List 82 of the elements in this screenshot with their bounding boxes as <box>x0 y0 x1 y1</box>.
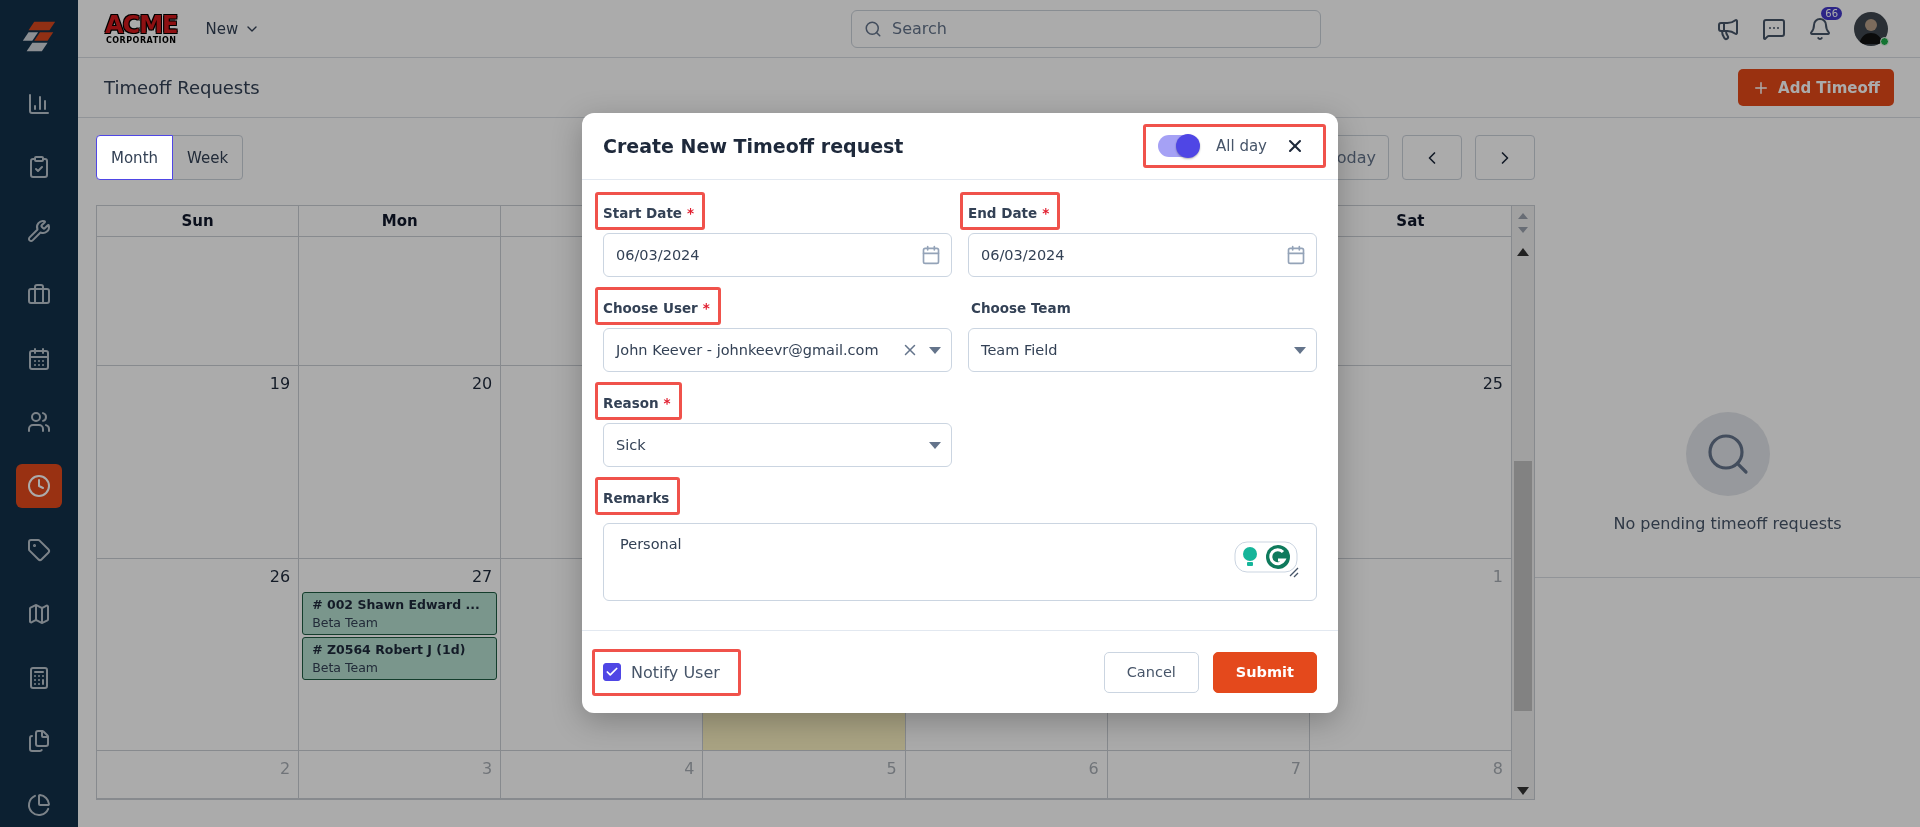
bell-icon[interactable] <box>1808 16 1832 41</box>
date-field[interactable]: 06/03/2024 <box>603 233 952 277</box>
files-icon <box>27 729 51 754</box>
bar-chart-icon <box>27 91 51 116</box>
notify-checkbox[interactable] <box>603 663 621 681</box>
day-cell[interactable]: 20 <box>299 366 502 559</box>
calculator-icon <box>27 665 51 690</box>
day-number: 3 <box>481 758 494 780</box>
date-field[interactable]: 06/03/2024 <box>968 233 1317 277</box>
all-day-label: All day <box>1216 137 1267 155</box>
view-tab[interactable]: Month <box>96 135 173 180</box>
search-icon <box>864 19 882 38</box>
day-cell[interactable]: 19 <box>97 366 300 559</box>
day-number: 8 <box>1491 758 1504 780</box>
day-number: 20 <box>470 373 494 395</box>
field-label: Choose User * <box>595 287 721 325</box>
day-number: 2 <box>278 758 292 780</box>
day-number: 1 <box>1491 566 1504 588</box>
company-logo: ACME CORPORATION <box>105 12 178 45</box>
field-label: Start Date * <box>595 192 706 230</box>
scroll-down-icon[interactable] <box>1517 787 1529 795</box>
users-icon <box>27 410 51 435</box>
calendar-icon[interactable] <box>921 245 941 265</box>
tag-icon <box>27 538 51 562</box>
notification-badge: 66 <box>1821 6 1842 20</box>
dropdown-caret-icon <box>929 346 941 354</box>
tools-icon <box>27 219 51 244</box>
check-icon <box>605 665 619 679</box>
add-timeoff-button[interactable]: Add Timeoff <box>1738 69 1894 106</box>
field-label: Reason * <box>595 382 682 420</box>
remarks-field[interactable]: Personal <box>603 523 1317 601</box>
map-icon <box>27 601 51 626</box>
notify-user-option[interactable]: Notify User <box>592 648 741 696</box>
select-field[interactable]: Sick <box>603 423 952 467</box>
pie-chart-icon <box>27 793 51 818</box>
dropdown-caret-icon <box>929 441 941 449</box>
field-label: Choose Team <box>970 299 1072 318</box>
day-number: 27 <box>470 566 494 588</box>
day-number: 4 <box>683 758 696 780</box>
briefcase-icon <box>27 282 51 307</box>
online-status-dot <box>1880 36 1889 46</box>
select-field[interactable]: Team Field <box>968 328 1317 372</box>
day-number: 5 <box>885 758 898 780</box>
select-field[interactable]: John Keever - johnkeevr@gmail.com <box>603 328 952 372</box>
avatar[interactable] <box>1854 11 1888 46</box>
clock-icon <box>27 474 51 499</box>
dialog-title: Create New Timeoff request <box>603 135 904 157</box>
weekday-heading: Sun <box>181 212 214 230</box>
day-cell[interactable] <box>97 237 300 366</box>
new-menu-button[interactable]: New <box>201 15 265 42</box>
day-number: 19 <box>268 373 292 395</box>
chat-icon[interactable] <box>1762 16 1786 41</box>
megaphone-icon[interactable] <box>1716 16 1740 41</box>
calendar-icon <box>27 346 51 371</box>
field-label: End Date * <box>960 192 1061 230</box>
day-number: 26 <box>268 566 292 588</box>
weekday-heading: Mon <box>381 212 418 230</box>
empty-state-text: No pending timeoff requests <box>1613 514 1842 533</box>
search-field[interactable]: Search <box>851 9 1321 48</box>
scroll-up-icon[interactable] <box>1517 248 1529 256</box>
cancel-button[interactable]: Cancel <box>1103 651 1199 693</box>
field-label: Remarks <box>595 477 681 515</box>
all-day-toggle[interactable] <box>1158 135 1199 157</box>
day-number: 6 <box>1087 758 1100 780</box>
day-number: 25 <box>1481 373 1504 395</box>
sidebar-item[interactable] <box>16 464 62 509</box>
day-number: 7 <box>1289 758 1302 780</box>
page-title: Timeoff Requests <box>104 77 260 98</box>
sort-arrows-icon <box>1517 212 1529 234</box>
submit-button[interactable]: Submit <box>1212 651 1317 693</box>
timeoff-event[interactable]: # 002 Shawn Edward ... Beta Team <box>302 592 498 635</box>
view-tab[interactable]: Week <box>172 135 244 180</box>
weekday-heading: Sat <box>1396 212 1425 230</box>
calendar-icon[interactable] <box>1286 245 1306 265</box>
day-cell[interactable] <box>299 237 502 366</box>
search-input[interactable]: Search <box>890 18 1308 39</box>
timeoff-event[interactable]: # Z0564 Robert J (1d) Beta Team <box>302 637 498 680</box>
clipboard-icon <box>27 155 51 180</box>
dropdown-caret-icon <box>1294 346 1306 354</box>
scrollbar[interactable] <box>1512 206 1534 799</box>
day-cell[interactable]: 26 <box>97 559 300 751</box>
day-cell[interactable]: 27 # 002 Shawn Edward ... Beta Team # Z0564 Robert J (1d) Beta Team <box>299 559 502 751</box>
